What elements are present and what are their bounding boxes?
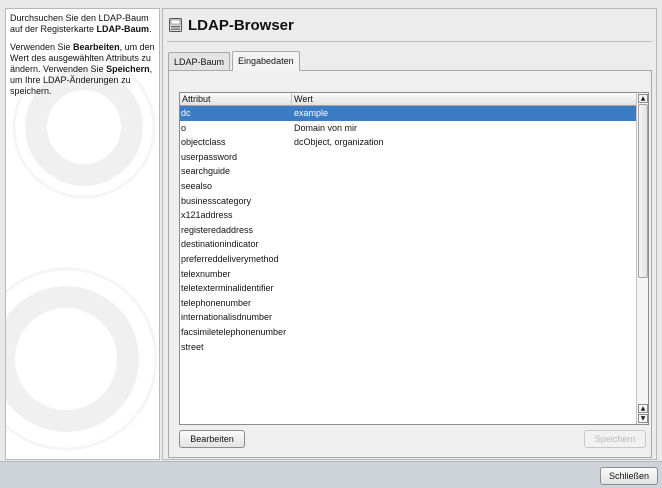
column-header-value[interactable]: Wert — [292, 93, 637, 106]
table-row[interactable]: telexnumber — [180, 267, 637, 282]
value-cell — [293, 237, 637, 252]
attribute-cell: dc — [181, 108, 191, 118]
table-row[interactable]: internationalisdnumber — [180, 310, 637, 325]
help-paragraph-browse: Durchsuchen Sie den LDAP-Baum auf der Re… — [10, 13, 152, 34]
table-header: Attribut Wert — [180, 93, 637, 106]
tab-panel-input-data: Attribut Wert dc example o Domain von mir ob… — [168, 70, 652, 458]
table-row[interactable]: street — [180, 340, 637, 355]
attribute-cell: preferreddeliverymethod — [181, 253, 279, 264]
close-button[interactable]: Schließen — [600, 467, 658, 485]
title-row: LDAP-Browser — [169, 14, 294, 36]
attribute-cell: objectclass — [181, 137, 226, 148]
value-cell — [293, 223, 637, 238]
attribute-cell: registeredaddress — [181, 224, 254, 235]
value-cell — [293, 179, 637, 194]
value-cell — [293, 252, 637, 267]
table-row[interactable]: destinationindicator — [180, 237, 637, 252]
title-separator — [167, 41, 652, 42]
ldap-browser-icon — [169, 18, 182, 32]
value-cell — [293, 267, 637, 282]
ldap-browser-window: Durchsuchen Sie den LDAP-Baum auf der Re… — [0, 0, 662, 488]
attribute-cell: facsimiletelephonenumber — [181, 326, 287, 337]
table-row[interactable]: dc example — [180, 106, 637, 121]
value-cell — [293, 164, 637, 179]
value-cell — [293, 194, 637, 209]
help-bold-edit: Bearbeiten — [73, 42, 120, 52]
table-rows: dc example o Domain von mir objectclass dcObj… — [180, 106, 637, 354]
help-bold-save: Speichern — [106, 64, 150, 74]
value-cell — [293, 310, 637, 325]
attribute-cell: searchguide — [181, 166, 231, 177]
attribute-cell: userpassword — [181, 151, 238, 162]
attribute-cell: x121address — [181, 210, 233, 221]
table-row[interactable]: seealso — [180, 179, 637, 194]
table-row[interactable]: businesscategory — [180, 194, 637, 209]
column-header-attribute[interactable]: Attribut — [180, 93, 292, 106]
attribute-cell: street — [181, 341, 204, 352]
attribute-cell: telephonenumber — [181, 297, 252, 308]
value-cell — [293, 325, 637, 340]
table-row[interactable]: searchguide — [180, 164, 637, 179]
table-row[interactable]: objectclass dcObject, organization — [180, 135, 637, 150]
table-row[interactable]: teletexterminalidentifier — [180, 281, 637, 296]
attribute-cell: seealso — [181, 180, 213, 191]
save-button[interactable]: Speichern — [584, 430, 646, 448]
help-text: Durchsuchen Sie den LDAP-Baum auf der Re… — [10, 13, 159, 104]
table-row[interactable]: facsimiletelephonenumber — [180, 325, 637, 340]
attribute-cell: businesscategory — [181, 195, 252, 206]
value-cell: dcObject, organization — [294, 137, 384, 148]
table-row[interactable]: telephonenumber — [180, 296, 637, 311]
edit-button[interactable]: Bearbeiten — [179, 430, 245, 448]
value-cell: example — [294, 108, 329, 118]
scroll-up-icon[interactable]: ▲ — [638, 94, 648, 103]
attribute-cell: internationalisdnumber — [181, 312, 273, 323]
value-cell — [293, 340, 637, 355]
scroll-thumb[interactable] — [638, 104, 648, 278]
value-cell — [293, 208, 637, 223]
tab-ldap-tree[interactable]: LDAP-Baum — [168, 52, 231, 71]
page-title: LDAP-Browser — [188, 16, 294, 34]
table-row[interactable]: o Domain von mir — [180, 121, 637, 136]
attribute-cell: teletexterminalidentifier — [181, 283, 274, 294]
scroll-up-secondary-icon[interactable]: ▲ — [638, 404, 648, 413]
table-row[interactable]: registeredaddress — [180, 223, 637, 238]
bottom-bar: Schließen — [0, 461, 662, 488]
help-paragraph-edit-save: Verwenden Sie Bearbeiten, um den Wert de… — [10, 42, 155, 96]
table-row[interactable]: x121address — [180, 208, 637, 223]
attribute-table: Attribut Wert dc example o Domain von mir ob… — [179, 92, 649, 425]
value-cell — [293, 150, 637, 165]
tab-bar: LDAP-Baum Eingabedaten — [168, 51, 302, 71]
tab-input-data[interactable]: Eingabedaten — [232, 51, 300, 71]
table-row[interactable]: preferreddeliverymethod — [180, 252, 637, 267]
value-cell — [293, 281, 637, 296]
attribute-cell: telexnumber — [181, 268, 231, 279]
value-cell — [293, 296, 637, 311]
attribute-cell: o — [181, 122, 187, 133]
table-row[interactable]: userpassword — [180, 150, 637, 165]
scroll-down-icon[interactable]: ▼ — [638, 414, 648, 423]
help-panel: Durchsuchen Sie den LDAP-Baum auf der Re… — [5, 8, 160, 460]
main-area: LDAP-Browser LDAP-Baum Eingabedaten Attr… — [162, 8, 657, 460]
attribute-cell: destinationindicator — [181, 239, 259, 250]
vertical-scrollbar[interactable]: ▲ ▲ ▼ — [636, 93, 648, 424]
help-bold-ldap-tree: LDAP-Baum — [96, 24, 150, 34]
value-cell: Domain von mir — [294, 122, 358, 133]
